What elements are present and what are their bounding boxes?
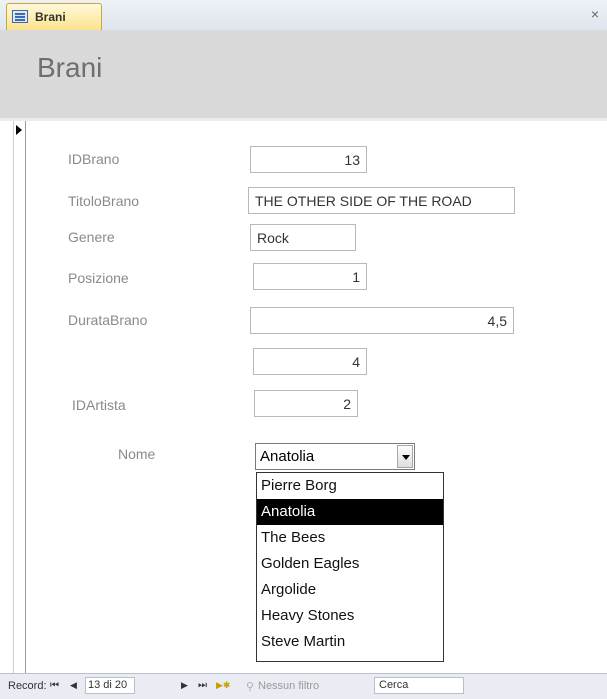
dropdown-option[interactable]: Golden Eagles <box>257 551 443 577</box>
titolobrano-field[interactable]: THE OTHER SIDE OF THE ROAD <box>248 187 515 214</box>
dropdown-option[interactable]: Argolide <box>257 577 443 603</box>
record-selector[interactable] <box>13 121 26 673</box>
header-divider <box>0 118 607 121</box>
genere-field[interactable]: Rock <box>250 224 356 251</box>
last-record-icon[interactable]: ⏭ <box>198 680 207 691</box>
next-record-icon[interactable]: ▶ <box>181 680 188 691</box>
record-navigation-bar: Record: ⏮ ◀ 13 di 20 ▶ ⏭ ▶✱ ⚲ Nessun fil… <box>0 673 607 699</box>
form-icon <box>12 10 28 23</box>
form-header: Brani <box>0 30 607 119</box>
idartista-field[interactable]: 2 <box>254 390 358 417</box>
record-label: Record: <box>8 680 47 692</box>
label-idartista: IDArtista <box>72 397 126 413</box>
duratabrano-field[interactable]: 4,5 <box>250 307 514 334</box>
document-tab-bar: Brani × <box>0 0 607 31</box>
dropdown-option-selected[interactable]: Anatolia <box>257 499 443 525</box>
nome-combobox-value: Anatolia <box>260 448 315 465</box>
unlabeled-number-field[interactable]: 4 <box>253 348 367 375</box>
form-title: Brani <box>37 52 103 83</box>
record-position-input[interactable]: 13 di 20 <box>85 677 135 694</box>
label-nome: Nome <box>118 446 156 462</box>
search-input[interactable]: Cerca <box>374 677 464 694</box>
tab-brani[interactable]: Brani <box>6 3 102 30</box>
label-idbrano: IDBrano <box>68 151 120 167</box>
label-posizione: Posizione <box>68 270 129 286</box>
dropdown-option[interactable]: Steve Martin <box>257 629 443 655</box>
label-duratabrano: DurataBrano <box>68 312 148 328</box>
dropdown-option[interactable]: Pierre Borg <box>257 473 443 499</box>
new-record-icon[interactable]: ▶✱ <box>216 680 230 691</box>
current-record-arrow-icon <box>16 125 22 135</box>
posizione-field[interactable]: 1 <box>253 263 367 290</box>
label-titolobrano: TitoloBrano <box>68 193 140 209</box>
label-genere: Genere <box>68 229 115 245</box>
chevron-down-icon[interactable] <box>397 445 413 468</box>
dropdown-option[interactable]: Heavy Stones <box>257 603 443 629</box>
first-record-icon[interactable]: ⏮ <box>50 680 59 691</box>
no-filter-indicator[interactable]: Nessun filtro <box>258 680 319 692</box>
dropdown-option[interactable]: The Bees <box>257 525 443 551</box>
nome-combobox[interactable]: Anatolia <box>255 443 415 470</box>
close-icon[interactable]: × <box>591 6 599 22</box>
filter-icon: ⚲ <box>246 681 255 693</box>
previous-record-icon[interactable]: ◀ <box>70 680 77 691</box>
tab-label: Brani <box>35 10 66 24</box>
nome-dropdown-list: Pierre Borg Anatolia The Bees Golden Eag… <box>256 472 444 662</box>
idbrano-field[interactable]: 13 <box>250 146 367 173</box>
